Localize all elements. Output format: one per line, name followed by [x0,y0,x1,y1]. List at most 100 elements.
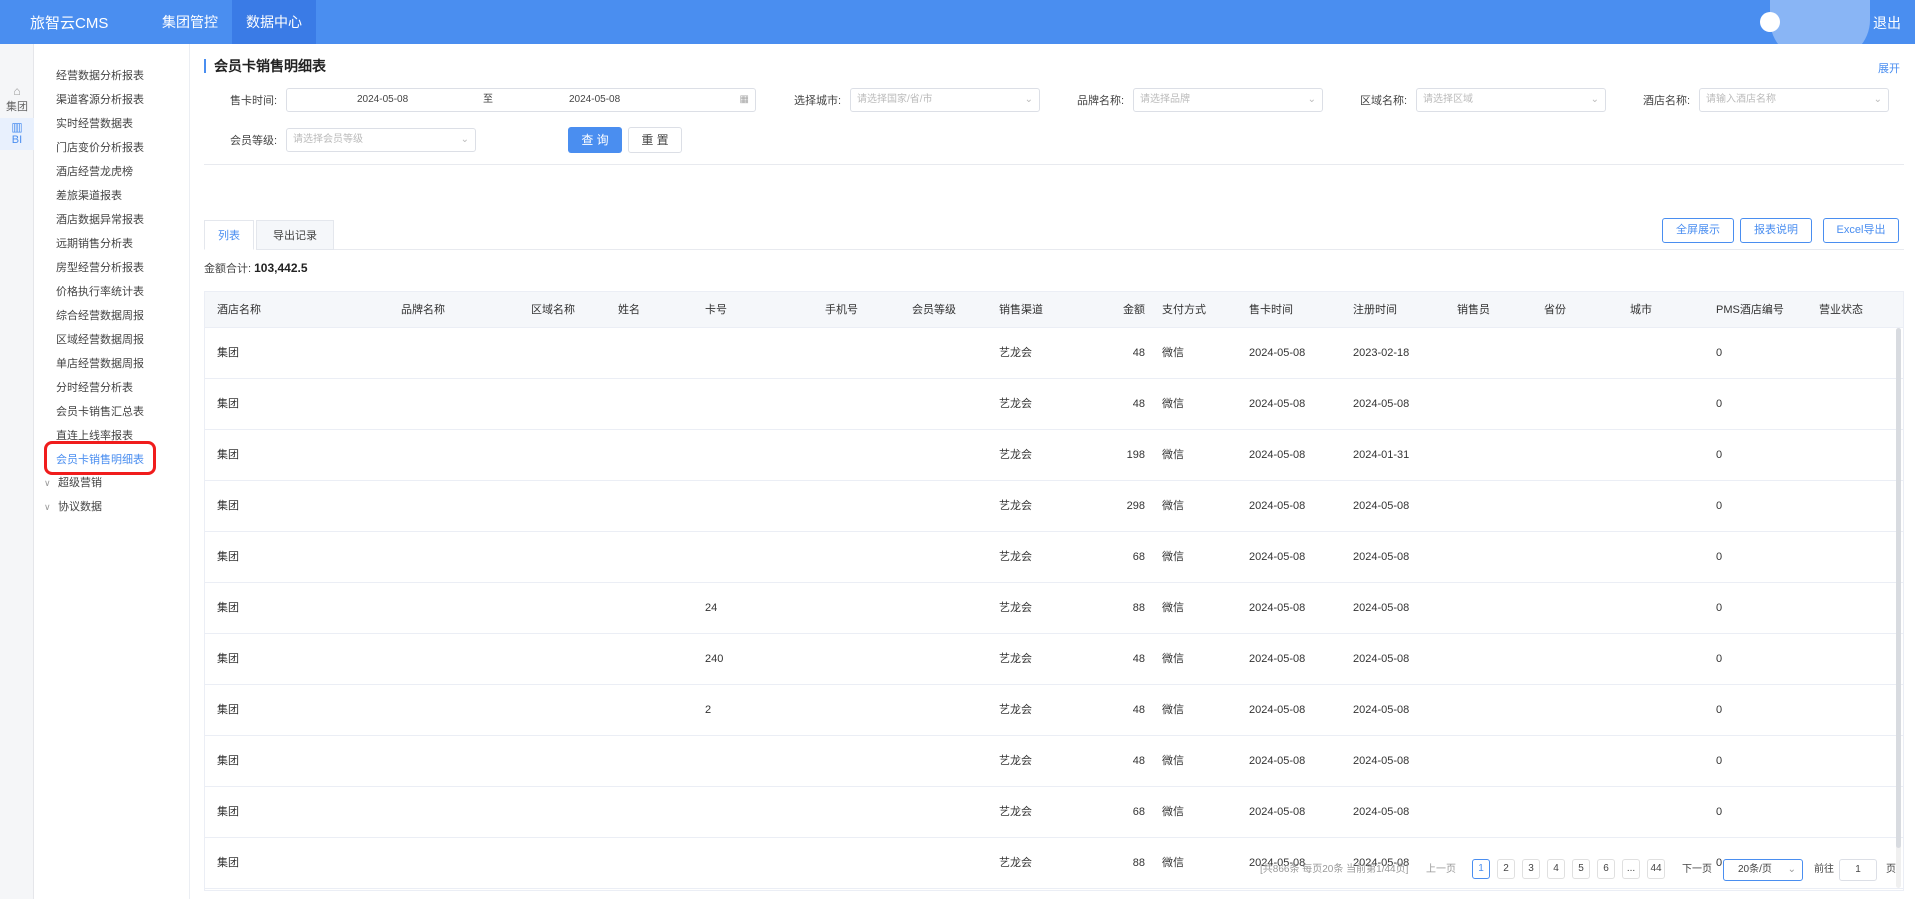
vertical-scrollbar[interactable] [1896,328,1901,888]
tab-list[interactable]: 列表 [204,220,254,250]
page-size-select[interactable]: 20条/页 ⌄ [1723,859,1803,881]
tab-export-records[interactable]: 导出记录 [256,220,334,250]
sidebar-item[interactable]: 单店经营数据周报 [56,355,144,371]
table-row[interactable]: 集团 艺龙会 298 微信 2024-05-08 2024-05-08 0 [205,481,1903,532]
city-select[interactable]: 请选择国家/省/市 ⌄ [850,88,1040,112]
sidebar-item[interactable]: 渠道客源分析报表 [56,91,144,107]
table-row[interactable]: 集团 2 艺龙会 48 微信 2024-05-08 2024-05-08 0 [205,685,1903,736]
col-province[interactable]: 省份 [1544,292,1566,328]
table-row[interactable]: 集团 艺龙会 48 微信 2024-05-08 2023-02-18 0 [205,328,1903,379]
col-sale-time[interactable]: 售卡时间 [1249,292,1293,328]
col-card-no[interactable]: 卡号 [705,292,727,328]
sidebar-item[interactable]: 酒店经营龙虎榜 [56,163,133,179]
cell-sale-time: 2024-05-08 [1249,602,1306,614]
sidebar-item[interactable]: 分时经营分析表 [56,379,133,395]
col-region[interactable]: 区域名称 [531,292,575,328]
col-phone[interactable]: 手机号 [825,292,858,328]
cell-payment: 微信 [1162,500,1184,512]
amount-total: 金额合计: 103,442.5 [204,261,308,275]
table-row[interactable]: 集团 艺龙会 48 微信 2024-05-08 2024-05-08 0 [205,736,1903,787]
col-register-time[interactable]: 注册时间 [1353,292,1397,328]
avatar[interactable] [1760,12,1780,32]
sidebar-item[interactable]: 门店变价分析报表 [56,139,144,155]
fullscreen-button[interactable]: 全屏展示 [1662,218,1734,243]
sidebar-item[interactable]: 差旅渠道报表 [56,187,122,203]
cell-payment: 微信 [1162,398,1184,410]
rail-item-bi[interactable]: ▥ BI [0,118,34,150]
chevron-down-icon: ⌄ [1024,94,1033,105]
sidebar-item[interactable]: 区域经营数据周报 [56,331,144,347]
scrollbar-thumb[interactable] [1896,328,1901,848]
region-select[interactable]: 请选择区域 ⌄ [1416,88,1606,112]
next-page-button[interactable]: 下一页 [1682,860,1712,880]
cell-sale-time: 2024-05-08 [1249,347,1306,359]
query-button[interactable]: 查 询 [568,127,622,153]
date-range-picker[interactable]: 2024-05-08 至 2024-05-08 ▦ [286,88,756,112]
col-brand[interactable]: 品牌名称 [401,292,445,328]
page-ellipsis[interactable]: ... [1622,859,1640,879]
hotel-name-input[interactable]: 请输入酒店名称 ⌄ [1699,88,1889,112]
sidebar-item[interactable]: 实时经营数据表 [56,115,133,131]
cell-channel: 艺龙会 [999,449,1032,461]
brand-select[interactable]: 请选择品牌 ⌄ [1133,88,1323,112]
table-row[interactable]: 集团 艺龙会 198 微信 2024-05-08 2024-01-31 0 [205,430,1903,481]
page-button[interactable]: 2 [1497,859,1515,879]
col-status[interactable]: 营业状态 [1819,292,1863,328]
hotel-label: 酒店名称: [1643,95,1691,107]
col-salesperson[interactable]: 销售员 [1457,292,1490,328]
col-amount[interactable]: 金额 [1085,292,1145,328]
page-button[interactable]: 3 [1522,859,1540,879]
col-name[interactable]: 姓名 [618,292,640,328]
cell-pms-id: 0 [1716,551,1723,563]
expand-button[interactable]: 展开 [1878,60,1900,76]
top-nav: 集团管控 数据中心 [148,0,316,44]
cell-pms-id: 0 [1716,347,1723,359]
prev-page-button[interactable]: 上一页 [1426,860,1456,880]
logout-button[interactable]: 退出 [1873,13,1901,33]
report-info-button[interactable]: 报表说明 [1740,218,1812,243]
sidebar-item[interactable]: 价格执行率统计表 [56,283,144,299]
page-button[interactable]: 5 [1572,859,1590,879]
cell-register-time: 2024-01-31 [1353,449,1410,461]
member-level-select[interactable]: 请选择会员等级 ⌄ [286,128,476,152]
sidebar-item[interactable]: 酒店数据异常报表 [56,211,144,227]
col-city[interactable]: 城市 [1630,292,1652,328]
sidebar-item[interactable]: 综合经营数据周报 [56,307,144,323]
brand-logo[interactable]: 旅智云CMS [30,12,108,33]
pagination-info: [共866条 每页20条 当前第1/44页] [1260,864,1409,875]
col-payment[interactable]: 支付方式 [1162,292,1206,328]
table-row[interactable]: 集团 艺龙会 68 微信 2024-05-08 2024-05-08 0 [205,532,1903,583]
table-header: 酒店名称 品牌名称 区域名称 姓名 卡号 手机号 会员等级 销售渠道 金额 支付… [205,292,1903,328]
page-button[interactable]: 4 [1547,859,1565,879]
col-hotel[interactable]: 酒店名称 [217,292,261,328]
date-to: 2024-05-08 [569,94,621,105]
cell-channel: 艺龙会 [999,500,1032,512]
nav-group-control[interactable]: 集团管控 [148,0,232,44]
col-channel[interactable]: 销售渠道 [999,292,1043,328]
page-button[interactable]: 44 [1647,859,1665,879]
cell-hotel: 集团 [217,398,239,410]
table-row[interactable]: 集团 240 艺龙会 48 微信 2024-05-08 2024-05-08 0 [205,634,1903,685]
cell-register-time: 2024-05-08 [1353,653,1410,665]
table-row[interactable]: 集团 艺龙会 68 微信 2024-05-08 2024-05-08 0 [205,787,1903,838]
sidebar-group-agreement[interactable]: ∨ 协议数据 [44,498,102,514]
col-member-level[interactable]: 会员等级 [912,292,956,328]
page-button[interactable]: 6 [1597,859,1615,879]
sidebar-item[interactable]: 房型经营分析报表 [56,259,144,275]
sidebar-item[interactable]: 经营数据分析报表 [56,67,144,83]
sidebar-item[interactable]: 会员卡销售汇总表 [56,403,144,419]
chevron-down-icon: ∨ [44,502,51,512]
table-row[interactable]: 集团 艺龙会 48 微信 2024-05-08 2024-05-08 0 [205,379,1903,430]
page-button[interactable]: 1 [1472,859,1490,879]
sidebar-item[interactable]: 远期销售分析表 [56,235,133,251]
excel-export-button[interactable]: Excel导出 [1823,218,1899,243]
table-row[interactable]: 集团 24 艺龙会 88 微信 2024-05-08 2024-05-08 0 [205,583,1903,634]
reset-button[interactable]: 重 置 [628,127,682,153]
nav-data-center[interactable]: 数据中心 [232,0,316,44]
chevron-down-icon: ⌄ [460,134,469,145]
cell-register-time: 2024-05-08 [1353,704,1410,716]
sidebar-group-marketing[interactable]: ∨ 超级营销 [44,474,102,490]
col-pms-id[interactable]: PMS酒店编号 [1716,292,1784,328]
rail-item-group[interactable]: ⌂ 集团 [0,84,34,114]
goto-page-input[interactable]: 1 [1839,859,1877,881]
